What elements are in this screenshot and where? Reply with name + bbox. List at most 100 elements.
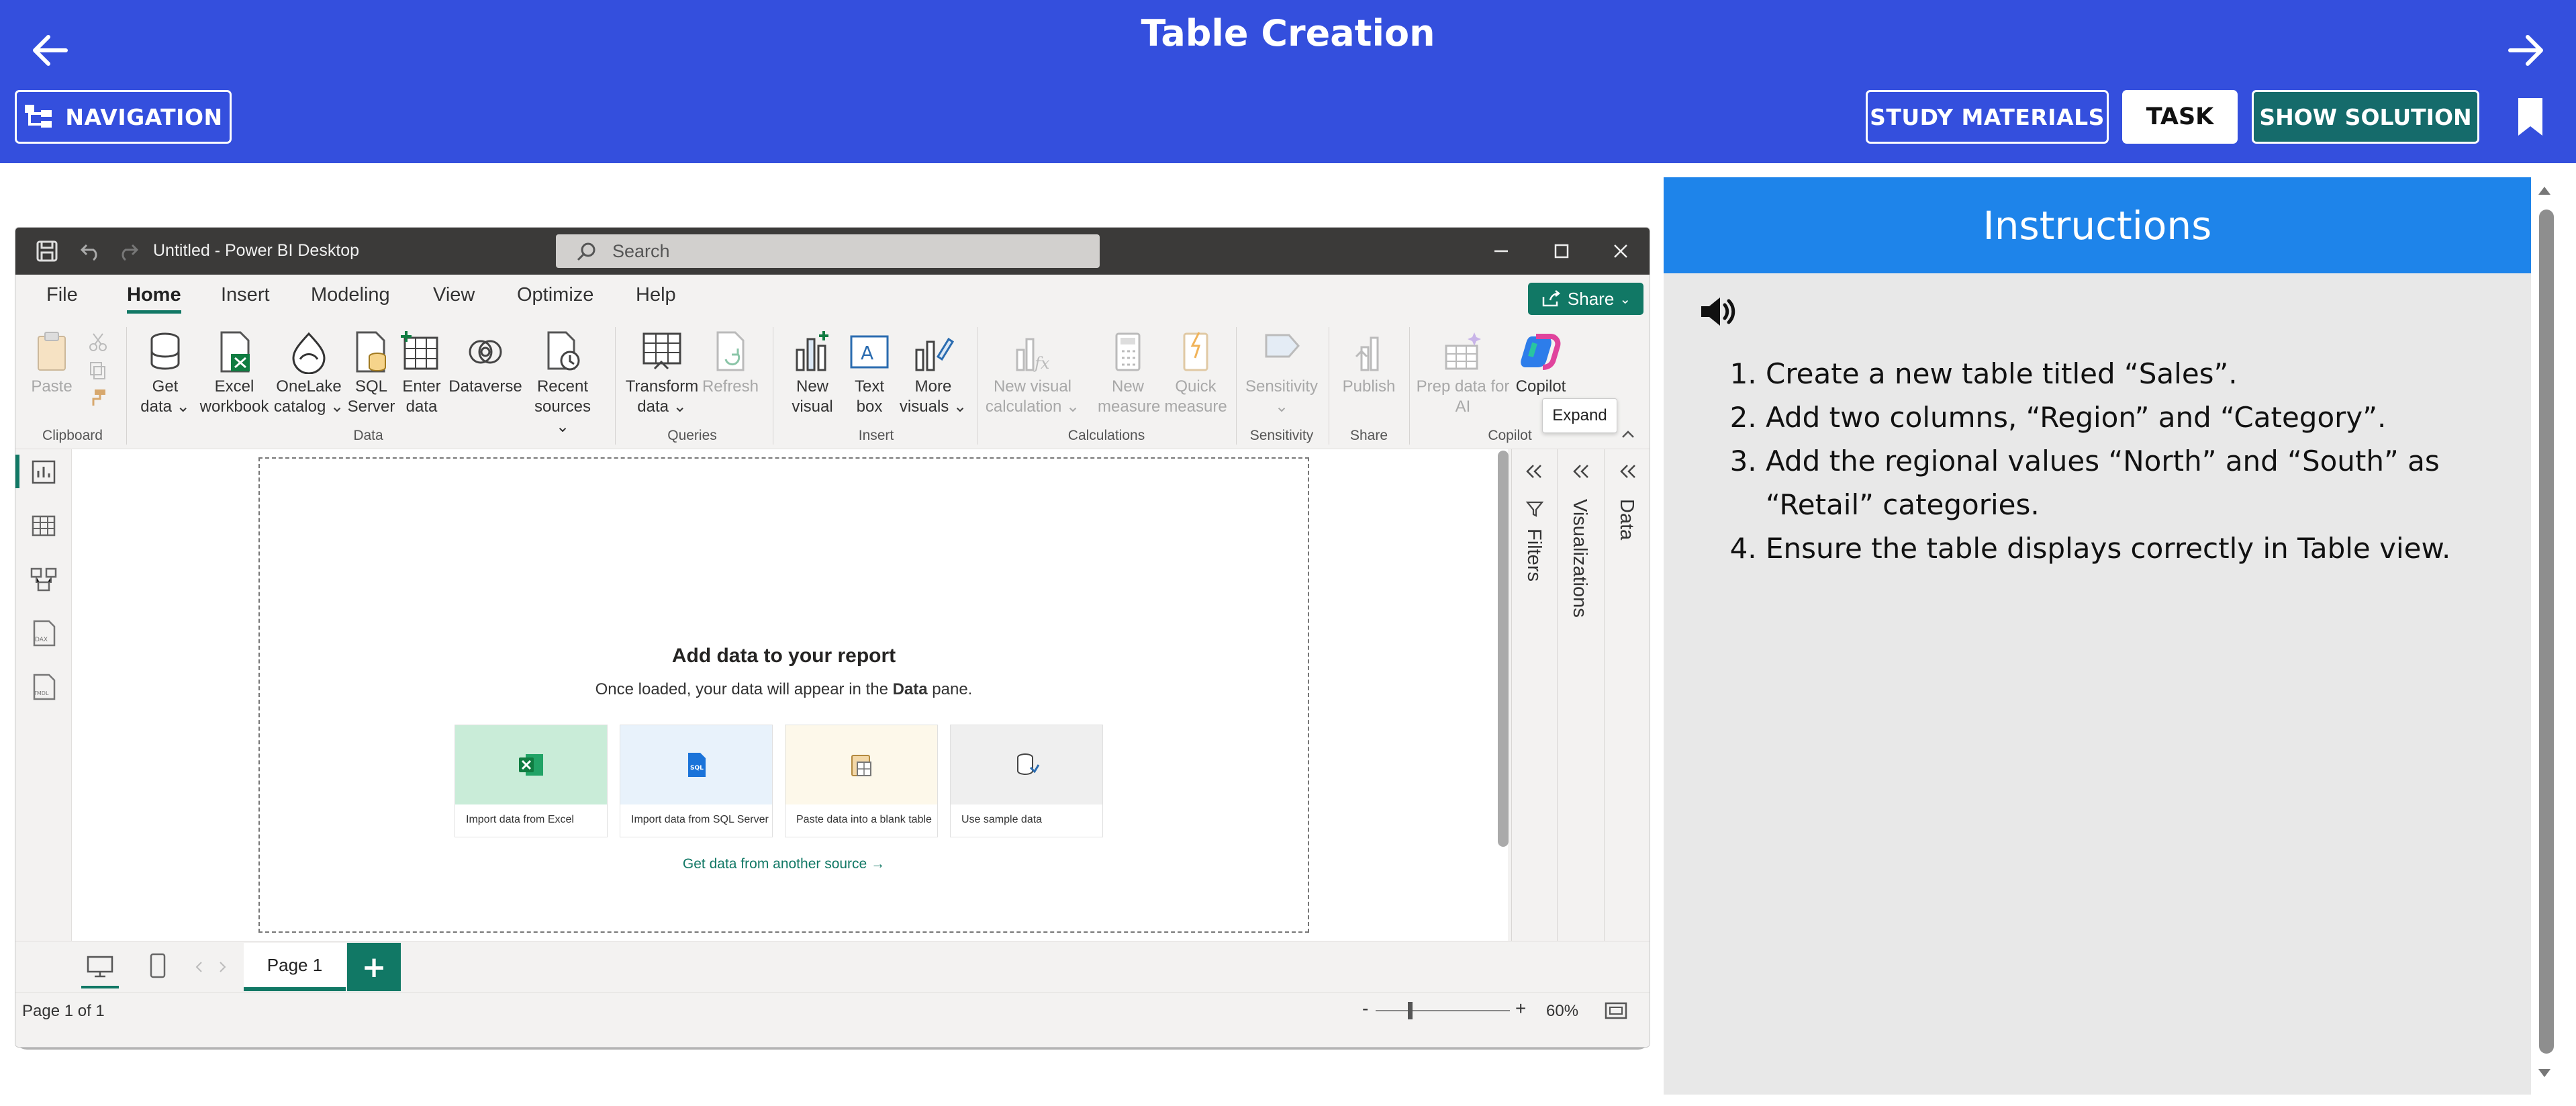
forward-arrow-icon[interactable] — [2502, 27, 2549, 74]
recent-sources-button[interactable]: Recent sources ⌄ — [526, 330, 600, 437]
format-painter-icon[interactable] — [88, 387, 108, 408]
search-box[interactable]: Search — [556, 234, 1100, 268]
filters-label: Filters — [1523, 528, 1545, 582]
menu-view[interactable]: View — [433, 284, 475, 306]
get-data-button[interactable]: Get data ⌄ — [135, 330, 195, 417]
transform-data-button[interactable]: Transform data ⌄ — [625, 330, 699, 417]
paste-button[interactable]: Paste — [30, 330, 73, 397]
previous-page-icon[interactable] — [194, 960, 205, 974]
navigation-button[interactable]: NAVIGATION — [15, 90, 232, 144]
share-button[interactable]: Share ⌄ — [1528, 283, 1643, 315]
copy-icon[interactable] — [88, 361, 108, 381]
save-icon[interactable] — [36, 240, 58, 263]
fit-to-page-icon[interactable] — [1604, 1001, 1628, 1021]
filters-pane-collapsed[interactable]: Filters — [1511, 449, 1557, 941]
data-pane-collapsed[interactable]: Data — [1604, 449, 1650, 941]
ribbon-separator — [1409, 327, 1410, 445]
mobile-layout-icon[interactable] — [148, 952, 167, 979]
zoom-slider-track[interactable] — [1376, 1010, 1510, 1011]
onelake-line1: OneLake — [276, 377, 342, 396]
dataverse-label: Dataverse — [448, 377, 522, 396]
publish-button[interactable]: Publish — [1335, 330, 1402, 397]
report-page-canvas[interactable]: Add data to your report Once loaded, you… — [258, 457, 1309, 933]
model-view-icon[interactable] — [29, 565, 58, 594]
undo-icon[interactable] — [80, 241, 103, 261]
visualizations-pane-collapsed[interactable]: Visualizations — [1557, 449, 1604, 941]
menu-optimize[interactable]: Optimize — [517, 284, 593, 306]
share-icon — [1542, 290, 1560, 307]
sql-server-button[interactable]: SQL Server — [344, 330, 398, 417]
more-visuals-line2: visuals ⌄ — [899, 398, 967, 416]
minimize-icon[interactable] — [1492, 242, 1510, 260]
quick-measure-icon — [1174, 330, 1218, 374]
quick-measure-button[interactable]: Quick measure — [1162, 330, 1229, 417]
paste-table-card[interactable]: Paste data into a blank table — [785, 725, 938, 837]
get-data-line1: Get — [152, 377, 179, 396]
expand-visualizations-icon[interactable] — [1571, 463, 1591, 480]
window-title: Untitled - Power BI Desktop — [153, 241, 360, 260]
new-visual-calculation-button[interactable]: fx New visual calculation ⌄ — [982, 330, 1083, 417]
task-button[interactable]: TASK — [2122, 90, 2238, 144]
import-excel-card[interactable]: Import data from Excel — [455, 725, 608, 837]
onelake-catalog-button[interactable]: OneLake catalog ⌄ — [272, 330, 346, 417]
group-clipboard: Clipboard — [42, 428, 103, 443]
new-measure-button[interactable]: New measure — [1098, 330, 1160, 417]
instruction-step: Add two columns, “Region” and “Category”… — [1766, 396, 2503, 439]
dataverse-button[interactable]: Dataverse — [445, 330, 526, 397]
zoom-in-button[interactable]: + — [1515, 998, 1526, 1019]
menu-file[interactable]: File — [46, 284, 78, 306]
group-data: Data — [353, 428, 383, 443]
enter-data-button[interactable]: Enter data — [398, 330, 445, 417]
redo-icon[interactable] — [116, 241, 139, 261]
back-arrow-icon[interactable] — [27, 27, 74, 74]
zoom-out-button[interactable]: - — [1362, 998, 1368, 1019]
excel-workbook-button[interactable]: Excel workbook — [194, 330, 275, 417]
zoom-slider-thumb[interactable] — [1408, 1002, 1413, 1019]
copilot-button[interactable]: Copilot — [1507, 330, 1574, 397]
new-visual-icon — [790, 330, 834, 374]
report-view-icon[interactable] — [29, 457, 58, 487]
expand-filters-icon[interactable] — [1524, 463, 1544, 480]
text-box-button[interactable]: A Text box — [843, 330, 896, 417]
speaker-icon[interactable] — [1697, 291, 1737, 332]
scroll-up-icon[interactable] — [2537, 184, 2552, 196]
sample-data-icon — [1017, 753, 1040, 776]
show-solution-button[interactable]: SHOW SOLUTION — [2252, 90, 2479, 144]
table-view-icon[interactable] — [29, 511, 58, 541]
bookmark-icon[interactable] — [2516, 97, 2545, 137]
tmdl-view-icon[interactable]: TMDL — [29, 672, 58, 702]
instructions-scroll-thumb[interactable] — [2539, 210, 2554, 1054]
sensitivity-button[interactable]: Sensitivity ⌄ — [1241, 330, 1322, 417]
svg-text:A: A — [861, 342, 873, 364]
table-plus-icon — [399, 330, 444, 374]
import-sql-card[interactable]: SQL Import data from SQL Server — [620, 725, 773, 837]
more-visuals-button[interactable]: More visuals ⌄ — [896, 330, 970, 417]
enter-data-line1: Enter — [402, 377, 441, 396]
expand-data-icon[interactable] — [1618, 463, 1638, 480]
menu-insert[interactable]: Insert — [221, 284, 270, 306]
page-tab-bar: Page 1 + — [15, 941, 1650, 992]
svg-text:SQL: SQL — [690, 765, 704, 772]
collapse-ribbon-icon[interactable] — [1620, 428, 1636, 441]
next-page-icon[interactable] — [217, 960, 228, 974]
prep-data-for-ai-button[interactable]: Prep data for AI — [1416, 330, 1510, 417]
menu-modeling[interactable]: Modeling — [311, 284, 390, 306]
new-visual-button[interactable]: New visual — [782, 330, 843, 417]
desktop-layout-icon[interactable] — [85, 955, 115, 979]
canvas-scrollbar[interactable] — [1498, 451, 1509, 847]
sample-data-card[interactable]: Use sample data — [950, 725, 1103, 837]
navigation-label: NAVIGATION — [65, 103, 223, 130]
dax-query-view-icon[interactable]: DAX — [29, 618, 58, 648]
study-materials-button[interactable]: STUDY MATERIALS — [1866, 90, 2109, 144]
page-tab[interactable]: Page 1 — [244, 943, 346, 991]
copilot-label: Copilot — [1515, 377, 1566, 396]
cut-icon[interactable] — [88, 332, 108, 353]
close-icon[interactable] — [1612, 242, 1629, 260]
scroll-down-icon[interactable] — [2537, 1068, 2552, 1080]
menu-home[interactable]: Home — [127, 284, 181, 314]
refresh-button[interactable]: Refresh — [700, 330, 761, 397]
menu-help[interactable]: Help — [636, 284, 676, 306]
maximize-icon[interactable] — [1553, 242, 1570, 260]
get-data-other-source-link[interactable]: Get data from another source → — [260, 856, 1308, 872]
add-page-button[interactable]: + — [347, 943, 401, 991]
